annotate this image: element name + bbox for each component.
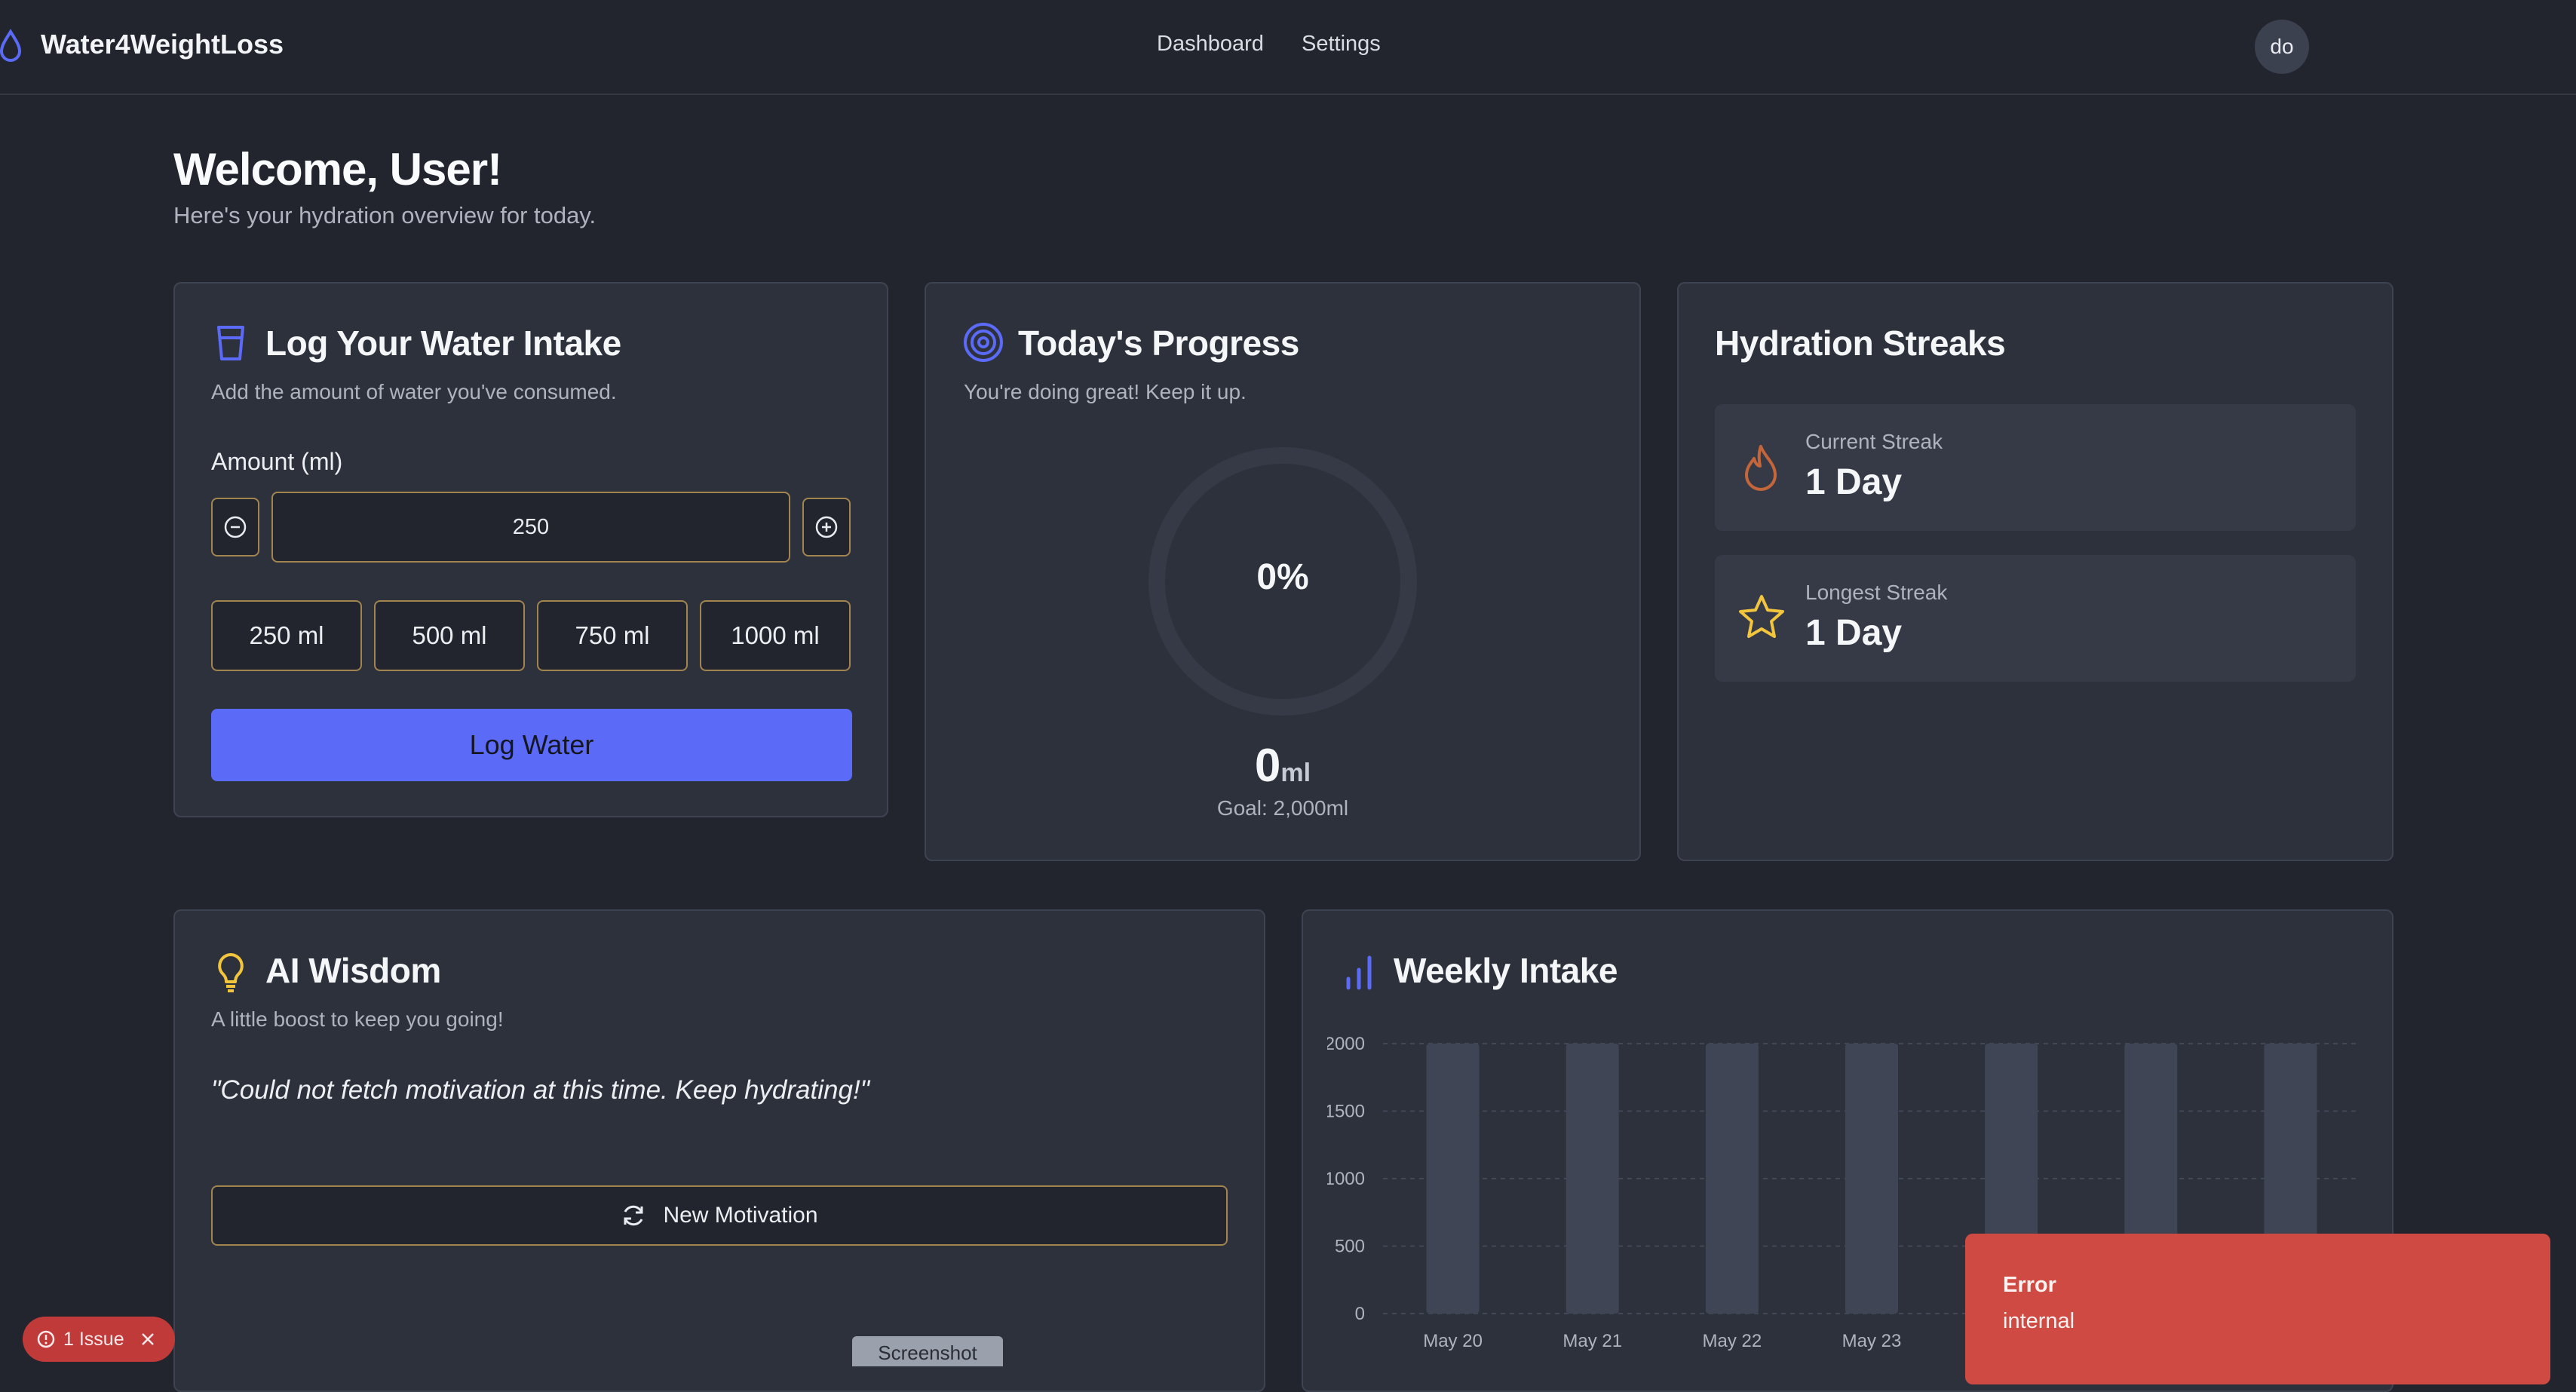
nav-settings[interactable]: Settings (1302, 32, 1381, 57)
x-tick-label: May 21 (1562, 1331, 1622, 1351)
target-icon (964, 323, 1003, 362)
progress-card-title: Today's Progress (1018, 323, 1299, 363)
page-subtitle: Here's your hydration overview for today… (173, 202, 596, 228)
issues-badge[interactable]: 1 Issue (23, 1317, 175, 1362)
new-motivation-label: New Motivation (663, 1203, 818, 1228)
y-tick-label: 1500 (1327, 1102, 1365, 1122)
ai-wisdom-title: AI Wisdom (265, 951, 441, 990)
amount-value: 0 (1254, 740, 1281, 792)
toast-title: Error (2003, 1273, 2056, 1297)
lightbulb-icon (218, 953, 244, 992)
longest-streak-label: Longest Streak (1805, 581, 1948, 604)
screenshot-tab[interactable]: Screenshot (852, 1336, 1003, 1366)
streaks-card-title: Hydration Streaks (1715, 323, 2006, 363)
log-card-subtitle: Add the amount of water you've consumed. (211, 380, 617, 403)
star-icon (1739, 595, 1784, 638)
x-tick-label: May 22 (1703, 1331, 1762, 1351)
goal-text: Goal: 2,000ml (1216, 796, 1349, 820)
current-streak-label: Current Streak (1805, 430, 1943, 453)
bar-chart-icon (1346, 955, 1372, 990)
x-tick-label: May 20 (1423, 1331, 1483, 1351)
flame-icon (1745, 445, 1777, 491)
nav-dashboard[interactable]: Dashboard (1157, 32, 1264, 57)
toast-description: internal (2003, 1309, 2075, 1333)
amount-label: Amount (ml) (211, 448, 343, 475)
preset-250-button[interactable]: 250 ml (211, 600, 362, 671)
preset-500-button[interactable]: 500 ml (374, 600, 525, 671)
issues-label: 1 Issue (63, 1328, 124, 1350)
avatar[interactable]: do (2255, 20, 2309, 74)
increment-button[interactable] (802, 498, 851, 556)
y-tick-label: 1000 (1327, 1169, 1365, 1189)
amount-unit: ml (1280, 759, 1311, 787)
app-title[interactable]: Water4WeightLoss (41, 29, 284, 60)
weekly-intake-title: Weekly Intake (1394, 951, 1618, 990)
error-toast: Error internal (1965, 1234, 2550, 1384)
y-tick-label: 500 (1335, 1237, 1365, 1257)
refresh-icon (624, 1205, 643, 1226)
plus-circle-icon (815, 516, 838, 538)
preset-1000-button[interactable]: 1000 ml (700, 600, 851, 671)
alert-circle-icon (37, 1330, 55, 1348)
progress-card-subtitle: You're doing great! Keep it up. (964, 380, 1247, 403)
top-navigation-bar (0, 0, 2576, 95)
page-title: Welcome, User! (173, 144, 502, 195)
y-tick-label: 0 (1355, 1304, 1365, 1324)
water-drop-icon (0, 29, 22, 62)
decrement-button[interactable] (211, 498, 259, 556)
progress-percent: 0% (1256, 557, 1309, 597)
preset-750-button[interactable]: 750 ml (537, 600, 688, 671)
motivation-quote: "Could not fetch motivation at this time… (211, 1075, 870, 1105)
glass-icon (217, 326, 244, 360)
bar-may-21[interactable] (1566, 1044, 1619, 1314)
close-icon[interactable] (140, 1331, 156, 1348)
minus-circle-icon (224, 516, 247, 538)
new-motivation-button[interactable]: New Motivation (211, 1185, 1228, 1246)
bar-may-22[interactable] (1705, 1044, 1759, 1314)
y-tick-label: 2000 (1327, 1034, 1365, 1054)
longest-streak-value: 1 Day (1805, 613, 1903, 653)
progress-amount: 0ml (1143, 739, 1422, 793)
log-card-title: Log Your Water Intake (265, 323, 621, 363)
bar-may-23[interactable] (1845, 1044, 1898, 1314)
amount-input[interactable] (271, 492, 790, 563)
bar-may-20[interactable] (1426, 1044, 1480, 1314)
ai-wisdom-subtitle: A little boost to keep you going! (211, 1007, 504, 1031)
current-streak-value: 1 Day (1805, 462, 1903, 502)
log-water-button[interactable]: Log Water (211, 709, 852, 781)
x-tick-label: May 23 (1842, 1331, 1902, 1351)
